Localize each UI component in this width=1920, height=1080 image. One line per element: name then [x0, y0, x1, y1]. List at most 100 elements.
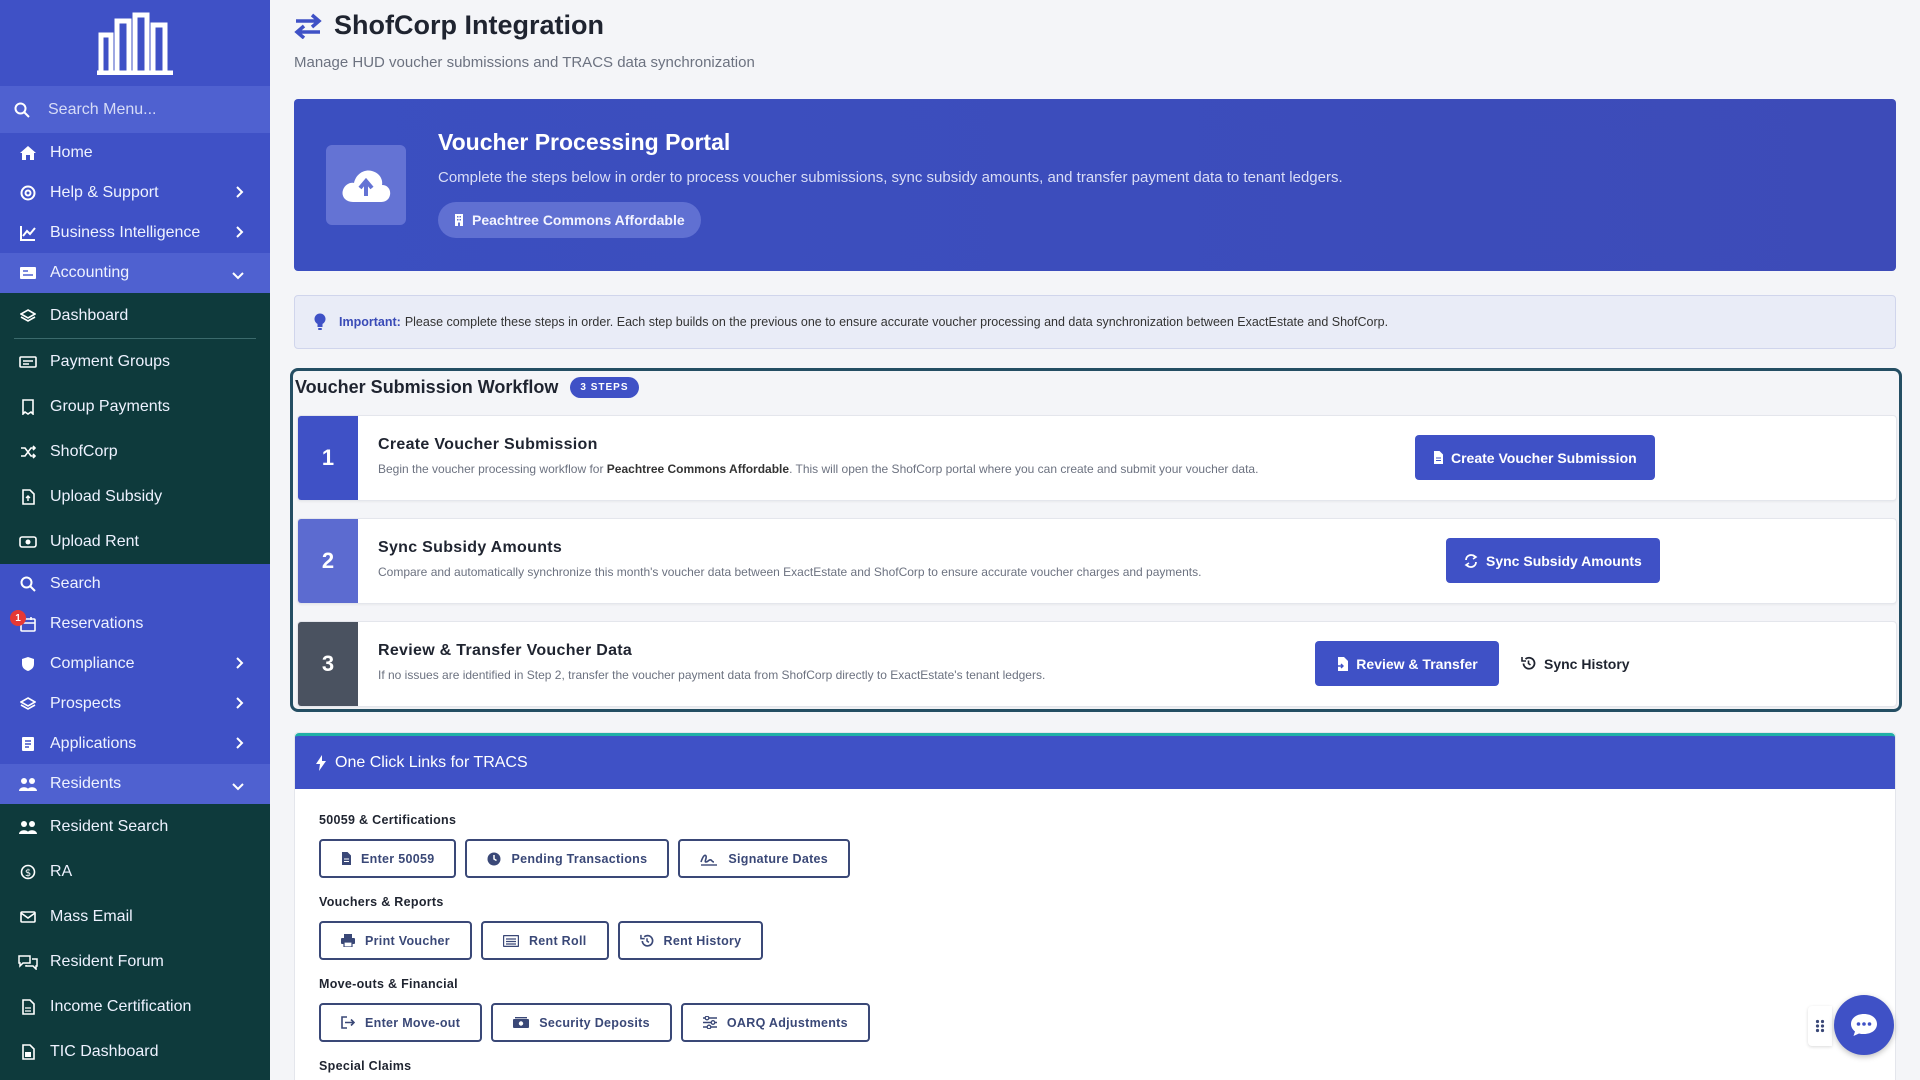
- enter-50059-button[interactable]: Enter 50059: [319, 839, 457, 878]
- sidebar-item-upload-rent[interactable]: Upload Rent: [0, 519, 270, 564]
- sidebar-item-label: Business Intelligence: [50, 224, 201, 241]
- sidebar-item-payment-groups[interactable]: Payment Groups: [0, 339, 270, 384]
- signature-dates-button[interactable]: Signature Dates: [678, 839, 851, 878]
- sync-subsidy-amounts-button[interactable]: Sync Subsidy Amounts: [1446, 538, 1660, 583]
- pending-transactions-button[interactable]: Pending Transactions: [465, 839, 670, 878]
- bolt-icon: [316, 754, 326, 771]
- banner-title: Voucher Processing Portal: [438, 129, 731, 155]
- transfer-arrows-icon: [294, 13, 322, 39]
- voucher-workflow: Voucher Submission Workflow 3 STEPS 1 Cr…: [290, 368, 1902, 712]
- workflow-header: Voucher Submission Workflow 3 STEPS: [295, 377, 639, 398]
- group-label: Vouchers & Reports: [319, 895, 444, 909]
- chevron-right-icon: [236, 225, 244, 243]
- chart-line-icon: [18, 223, 38, 243]
- sidebar-item-prospects[interactable]: Prospects: [0, 684, 270, 724]
- banner-description: Complete the steps below in order to pro…: [438, 169, 1343, 186]
- print-voucher-button[interactable]: Print Voucher: [319, 921, 472, 960]
- button-label: Security Deposits: [539, 1015, 650, 1030]
- svg-text:$: $: [25, 868, 31, 879]
- chat-button[interactable]: [1834, 995, 1894, 1055]
- sidebar-item-dashboard[interactable]: Dashboard: [0, 293, 270, 338]
- sidebar-item-label: Upload Subsidy: [50, 487, 163, 505]
- printer-icon: [341, 934, 355, 947]
- page-subtitle: Manage HUD voucher submissions and TRACS…: [294, 54, 755, 71]
- sidebar-item-label: Prospects: [50, 695, 122, 712]
- building-icon: [455, 214, 463, 226]
- step-description: If no issues are identified in Step 2, t…: [378, 668, 1046, 682]
- workflow-step-3: 3 Review & Transfer Voucher Data If no i…: [297, 621, 1897, 707]
- sidebar-item-income-certification[interactable]: Income Certification: [0, 984, 270, 1029]
- property-name: Peachtree Commons Affordable: [472, 212, 685, 228]
- sidebar-item-home[interactable]: Home: [0, 133, 270, 173]
- sign-out-icon: [341, 1016, 355, 1029]
- cloud-upload-icon: [326, 145, 406, 225]
- list-icon: [502, 934, 519, 947]
- sidebar-item-reservations[interactable]: 1 Reservations: [0, 604, 270, 644]
- lightbulb-icon: [314, 313, 326, 330]
- sidebar-item-accounting[interactable]: Accounting: [0, 253, 270, 293]
- oarq-adjustments-button[interactable]: OARQ Adjustments: [680, 1003, 870, 1042]
- sidebar-item-residents[interactable]: Residents: [0, 764, 270, 804]
- sync-history-button[interactable]: Sync History: [1521, 641, 1630, 686]
- property-pill: Peachtree Commons Affordable: [438, 202, 701, 238]
- sidebar-item-label: RA: [50, 862, 73, 880]
- sidebar-item-label: Payment Groups: [50, 352, 171, 370]
- ledger-icon: [18, 263, 38, 283]
- step-desc-post: . This will open the ShofCorp portal whe…: [789, 462, 1259, 476]
- step-title: Create Voucher Submission: [378, 436, 598, 453]
- lifebuoy-icon: [18, 183, 38, 203]
- workflow-title: Voucher Submission Workflow: [295, 377, 559, 397]
- sidebar-item-search[interactable]: Search: [0, 564, 270, 604]
- group-buttons: Enter Move-out Security Deposits OARQ Ad…: [319, 1003, 879, 1042]
- enter-move-out-button[interactable]: Enter Move-out: [319, 1003, 483, 1042]
- sidebar-item-shofcorp[interactable]: ShofCorp: [0, 429, 270, 474]
- sidebar-item-business-intelligence[interactable]: Business Intelligence: [0, 213, 270, 253]
- group-buttons: Enter 50059 Pending Transactions Signatu…: [319, 839, 859, 878]
- rent-history-button[interactable]: Rent History: [617, 921, 764, 960]
- sidebar-item-resident-forum[interactable]: Resident Forum: [0, 939, 270, 984]
- sidebar: Search Menu... Home Help & Support Busin…: [0, 0, 270, 1080]
- sidebar-search[interactable]: Search Menu...: [0, 86, 270, 133]
- sidebar-item-label: Income Certification: [50, 997, 192, 1015]
- sidebar-item-ra[interactable]: $ RA: [0, 849, 270, 894]
- button-label: Pending Transactions: [511, 851, 648, 866]
- workflow-step-2: 2 Sync Subsidy Amounts Compare and autom…: [297, 518, 1897, 604]
- sidebar-item-applications[interactable]: Applications: [0, 724, 270, 764]
- drag-handle[interactable]: [1808, 1006, 1832, 1046]
- create-voucher-submission-button[interactable]: Create Voucher Submission: [1415, 435, 1655, 480]
- page-title: ShofCorp Integration: [294, 10, 604, 41]
- security-deposits-button[interactable]: Security Deposits: [491, 1003, 672, 1042]
- button-label: Rent Roll: [528, 933, 587, 948]
- sidebar-item-group-payments[interactable]: Group Payments: [0, 384, 270, 429]
- layers-icon: [18, 694, 38, 714]
- sliders-icon: [702, 1016, 717, 1029]
- group-label: Move-outs & Financial: [319, 977, 458, 991]
- step-title: Review & Transfer Voucher Data: [378, 642, 633, 659]
- notice-label: Important:: [339, 315, 401, 329]
- file-icon: [18, 997, 38, 1017]
- history-icon: [639, 934, 653, 947]
- sidebar-item-upload-subsidy[interactable]: Upload Subsidy: [0, 474, 270, 519]
- tracs-title: One Click Links for TRACS: [335, 753, 528, 771]
- button-label: Create Voucher Submission: [1451, 449, 1637, 466]
- step-description: Compare and automatically synchronize th…: [378, 565, 1202, 579]
- logo[interactable]: [0, 0, 270, 86]
- sidebar-item-help-support[interactable]: Help & Support: [0, 173, 270, 213]
- button-label: Sync History: [1544, 655, 1630, 672]
- chevron-right-icon: [236, 656, 244, 674]
- step-number: 1: [298, 416, 358, 500]
- sidebar-item-tic-dashboard[interactable]: TIC Dashboard: [0, 1029, 270, 1074]
- sidebar-item-mass-email[interactable]: Mass Email: [0, 894, 270, 939]
- button-label: Review & Transfer: [1356, 655, 1478, 672]
- button-label: Rent History: [663, 933, 742, 948]
- review-transfer-button[interactable]: Review & Transfer: [1315, 641, 1499, 686]
- chat-icon: [1851, 1014, 1877, 1036]
- chevron-down-icon: [232, 267, 244, 285]
- comments-icon: [18, 952, 38, 972]
- sidebar-item-label: Upload Rent: [50, 532, 139, 550]
- sidebar-item-label: Applications: [50, 735, 137, 752]
- sidebar-item-resident-search[interactable]: Resident Search: [0, 804, 270, 849]
- group-label: 50059 & Certifications: [319, 813, 457, 827]
- rent-roll-button[interactable]: Rent Roll: [480, 921, 609, 960]
- sidebar-item-compliance[interactable]: Compliance: [0, 644, 270, 684]
